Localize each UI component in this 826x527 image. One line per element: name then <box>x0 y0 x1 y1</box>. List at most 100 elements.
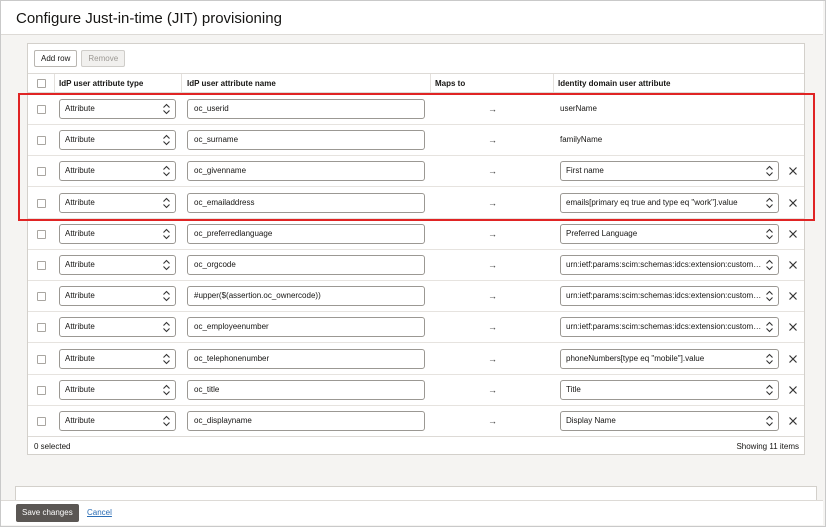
select-caret-icon <box>765 290 774 302</box>
select-caret-icon <box>162 228 171 240</box>
identity-attribute-select[interactable]: urn:ietf:params:scim:schemas:idcs:extens… <box>560 286 779 307</box>
attribute-name-input[interactable]: oc_surname <box>187 130 425 151</box>
attribute-name-input[interactable]: oc_employeenumber <box>187 317 425 338</box>
select-caret-icon <box>162 259 171 271</box>
attribute-type-value: Attribute <box>65 353 95 363</box>
dialog-header: Configure Just-in-time (JIT) provisionin… <box>1 1 823 35</box>
maps-to-arrow-icon: → <box>488 260 497 270</box>
identity-attribute-select[interactable]: urn:ietf:params:scim:schemas:idcs:extens… <box>560 255 779 275</box>
row-checkbox[interactable] <box>37 198 46 208</box>
identity-attribute-value: emails[primary eq true and type eq "work… <box>566 197 738 207</box>
column-header-identity-attribute: Identity domain user attribute <box>558 79 671 88</box>
save-changes-button[interactable]: Save changes <box>16 504 79 522</box>
column-divider <box>430 74 431 92</box>
remove-row-icon[interactable] <box>788 260 798 270</box>
identity-attribute-value: Title <box>566 384 581 394</box>
remove-row-icon[interactable] <box>788 229 798 239</box>
select-caret-icon <box>765 353 774 365</box>
attribute-type-select[interactable]: Attribute <box>59 161 176 182</box>
remove-row-icon[interactable] <box>788 291 798 301</box>
column-divider <box>54 74 55 92</box>
attribute-type-select[interactable]: Attribute <box>59 411 176 431</box>
attribute-name-input[interactable]: #upper($(assertion.oc_ownercode)) <box>187 286 425 307</box>
row-checkbox[interactable] <box>37 261 46 270</box>
identity-attribute-select[interactable]: Preferred Language <box>560 223 779 244</box>
attribute-type-select[interactable]: Attribute <box>59 99 176 119</box>
select-caret-icon <box>162 353 171 365</box>
table-row: Attribute oc_givenname → First name <box>28 156 804 188</box>
attribute-name-input[interactable]: oc_preferredlanguage <box>187 223 425 244</box>
identity-attribute-value: Display Name <box>566 416 616 425</box>
select-caret-icon <box>162 415 171 427</box>
attribute-name-input[interactable]: oc_givenname <box>187 161 425 182</box>
row-checkbox[interactable] <box>37 354 46 364</box>
remove-row-icon[interactable] <box>788 166 798 176</box>
attribute-type-value: Attribute <box>65 166 95 176</box>
maps-to-arrow-icon: → <box>488 384 497 395</box>
identity-attribute-select[interactable]: urn:ietf:params:scim:schemas:idcs:extens… <box>560 317 779 338</box>
select-caret-icon <box>765 165 774 177</box>
attribute-name-input[interactable]: oc_telephonenumber <box>187 348 425 369</box>
remove-row-icon[interactable] <box>788 198 798 208</box>
table-row: Attribute oc_displayname → Display Name <box>28 406 804 437</box>
attribute-type-value: Attribute <box>65 291 95 301</box>
table-row: Attribute #upper($(assertion.oc_ownercode… <box>28 281 804 313</box>
attribute-type-select[interactable]: Attribute <box>59 223 176 244</box>
maps-to-arrow-icon: → <box>488 322 497 333</box>
row-checkbox[interactable] <box>37 385 46 395</box>
attribute-name-input[interactable]: oc_title <box>187 379 425 400</box>
attribute-type-select[interactable]: Attribute <box>59 286 176 307</box>
remove-row-icon[interactable] <box>788 416 798 426</box>
cancel-link[interactable]: Cancel <box>87 508 112 517</box>
attribute-name-input[interactable]: oc_displayname <box>187 411 425 431</box>
row-checkbox[interactable] <box>37 105 46 114</box>
attribute-type-select[interactable]: Attribute <box>59 192 176 213</box>
attribute-type-value: Attribute <box>65 416 95 425</box>
maps-to-arrow-icon: → <box>488 353 497 364</box>
row-checkbox[interactable] <box>37 136 46 146</box>
attribute-name-input[interactable]: oc_userid <box>187 99 425 119</box>
row-checkbox[interactable] <box>37 292 46 302</box>
column-divider <box>181 74 182 92</box>
identity-attribute-value: urn:ietf:params:scim:schemas:idcs:extens… <box>566 322 763 332</box>
identity-attribute-select[interactable]: First name <box>560 161 779 182</box>
row-checkbox[interactable] <box>37 229 46 239</box>
attribute-type-select[interactable]: Attribute <box>59 130 176 151</box>
attribute-type-select[interactable]: Attribute <box>59 317 176 338</box>
row-checkbox[interactable] <box>37 323 46 333</box>
select-caret-icon <box>162 165 171 177</box>
table-footer: 0 selected Showing 11 items <box>28 436 804 454</box>
identity-attribute-select[interactable]: Display Name <box>560 411 779 431</box>
row-checkbox[interactable] <box>37 167 46 177</box>
identity-attribute-select[interactable]: emails[primary eq true and type eq "work… <box>560 192 779 213</box>
attribute-name-input[interactable]: oc_emailaddress <box>187 192 425 213</box>
attribute-type-select[interactable]: Attribute <box>59 379 176 400</box>
select-caret-icon <box>765 197 774 209</box>
identity-attribute-select[interactable]: Title <box>560 379 779 400</box>
table-row: Attribute oc_userid → userName <box>28 94 804 125</box>
select-caret-icon <box>765 321 774 333</box>
identity-attribute-value: urn:ietf:params:scim:schemas:idcs:extens… <box>566 260 763 269</box>
add-row-button[interactable]: Add row <box>34 50 78 67</box>
selected-count: 0 selected <box>34 442 71 451</box>
remove-row-icon[interactable] <box>788 385 798 395</box>
column-divider <box>553 74 554 92</box>
attribute-type-value: Attribute <box>65 135 95 145</box>
table-header-row: IdP user attribute type IdP user attribu… <box>28 73 804 93</box>
remove-row-icon[interactable] <box>788 322 798 332</box>
maps-to-arrow-icon: → <box>488 416 497 426</box>
remove-button[interactable]: Remove <box>81 50 126 67</box>
row-checkbox[interactable] <box>37 417 46 426</box>
select-all-checkbox[interactable] <box>37 79 46 88</box>
maps-to-arrow-icon: → <box>488 135 497 146</box>
attribute-type-select[interactable]: Attribute <box>59 255 176 275</box>
identity-attribute-value: userName <box>560 104 597 113</box>
attribute-type-select[interactable]: Attribute <box>59 348 176 369</box>
remove-row-icon[interactable] <box>788 354 798 364</box>
attribute-name-input[interactable]: oc_orgcode <box>187 255 425 275</box>
select-caret-icon <box>162 103 171 115</box>
table-row: Attribute oc_emailaddress → emails[primary … <box>28 188 804 219</box>
select-caret-icon <box>162 384 171 396</box>
identity-attribute-select[interactable]: phoneNumbers[type eq "mobile"].value <box>560 348 779 369</box>
select-caret-icon <box>765 259 774 271</box>
